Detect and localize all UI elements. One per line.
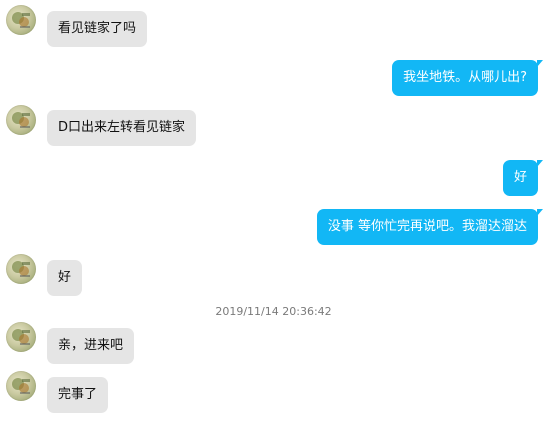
chat-window: 看见链家了吗 我坐地铁。从哪儿出? D口出来左转看见链家 好 没事 等你忙完再说…: [0, 0, 547, 427]
contact-avatar-icon[interactable]: [6, 322, 36, 352]
outgoing-message-bubble[interactable]: 没事 等你忙完再说吧。我溜达溜达: [316, 209, 544, 245]
incoming-message-bubble[interactable]: 好: [47, 260, 83, 296]
contact-avatar-icon[interactable]: [6, 371, 36, 401]
outgoing-message-bubble[interactable]: 我坐地铁。从哪儿出?: [392, 60, 543, 96]
incoming-message-bubble[interactable]: 完事了: [47, 377, 109, 413]
contact-avatar-icon[interactable]: [6, 254, 36, 284]
incoming-message-bubble[interactable]: D口出来左转看见链家: [47, 110, 197, 146]
outgoing-message-bubble[interactable]: 好: [502, 160, 544, 196]
message-timestamp: 2019/11/14 20:36:42: [215, 305, 332, 318]
incoming-message-bubble[interactable]: 看见链家了吗: [47, 11, 148, 47]
contact-avatar-icon[interactable]: [6, 105, 36, 135]
incoming-message-bubble[interactable]: 亲，进来吧: [47, 328, 135, 364]
contact-avatar-icon[interactable]: [6, 5, 36, 35]
